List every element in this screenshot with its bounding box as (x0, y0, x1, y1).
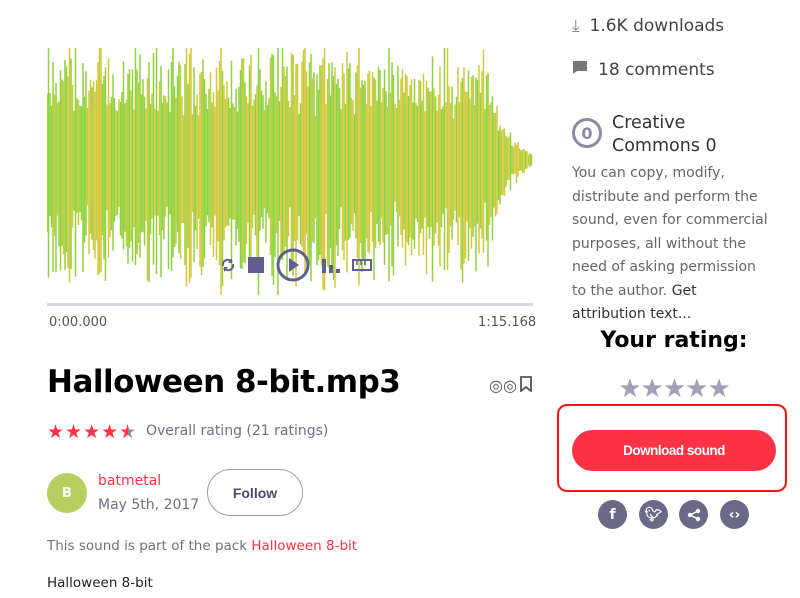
comments-label: 18 comments (598, 60, 715, 80)
author-link[interactable]: batmetal (98, 473, 161, 489)
license-description: You can copy, modify, distribute and per… (572, 165, 768, 299)
embed-icon[interactable]: ‹› (720, 500, 749, 529)
player-controls (220, 248, 372, 282)
avatar[interactable]: B (47, 473, 87, 513)
sound-title: Halloween 8-bit.mp3 (47, 364, 401, 400)
rating-stars: ★★★★★ (47, 421, 138, 443)
cc0-icon: 0 (572, 118, 602, 148)
loop-icon[interactable] (220, 257, 236, 273)
pack-prefix: This sound is part of the pack (47, 538, 252, 554)
license: 0 Creative Commons 0 (572, 112, 717, 158)
license-text: You can copy, modify, distribute and per… (572, 162, 772, 327)
rating-text: Overall rating (21 ratings) (146, 423, 329, 439)
bookmark-icon[interactable] (520, 376, 532, 396)
play-icon[interactable] (276, 248, 310, 282)
license-title-2: Commons 0 (612, 136, 717, 156)
user-rating-stars[interactable]: ★★★★★ (572, 374, 776, 404)
share-icon[interactable] (679, 500, 708, 529)
facebook-icon[interactable]: f (598, 500, 627, 529)
pack-icon[interactable]: ◎◎ (489, 376, 517, 395)
your-rating-heading: Your rating: (600, 328, 748, 353)
downloads-count: ⤓ 1.6K downloads (572, 16, 724, 36)
pack-link[interactable]: Halloween 8-bit (251, 538, 357, 554)
ruler-icon[interactable] (352, 259, 372, 271)
download-icon: ⤓ (572, 16, 580, 36)
time-duration: 1:15.168 (478, 315, 537, 330)
comments-count[interactable]: 18 comments (572, 60, 715, 80)
license-title: Creative (612, 113, 686, 133)
pack-info: This sound is part of the pack Halloween… (47, 538, 357, 554)
spectrogram-icon[interactable] (322, 257, 340, 273)
time-current: 0:00.000 (49, 315, 108, 330)
comment-icon (572, 60, 588, 80)
download-sound-button[interactable]: Download sound (572, 430, 776, 471)
twitter-icon[interactable]: 🐦︎ (639, 500, 668, 529)
sound-description: Halloween 8-bit (47, 575, 153, 591)
upload-date: May 5th, 2017 (98, 497, 200, 513)
progress-bar[interactable] (47, 303, 533, 306)
stop-icon[interactable] (248, 257, 264, 273)
downloads-label: 1.6K downloads (589, 16, 725, 36)
follow-button[interactable]: Follow (207, 469, 303, 516)
